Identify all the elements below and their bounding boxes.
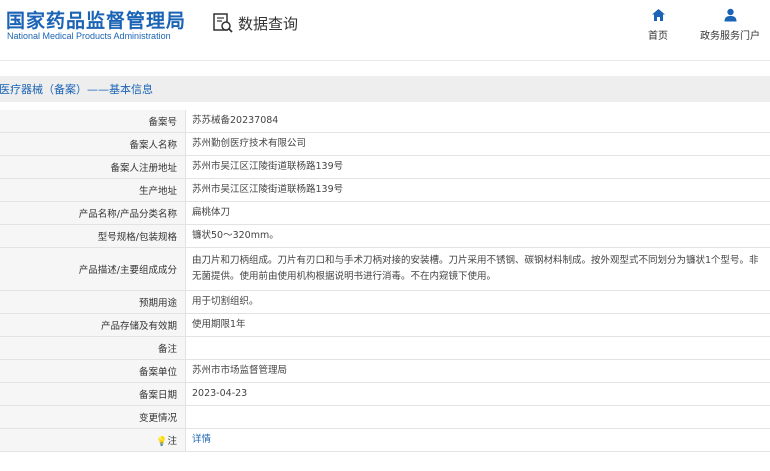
row-label: 备注 — [0, 336, 186, 360]
row-label: 型号规格/包装规格 — [0, 224, 186, 248]
table-row: 变更情况 — [0, 405, 770, 429]
info-table: 备案号 苏苏械备20237084 备案人名称 苏州勤创医疗技术有限公司 备案人注… — [0, 110, 770, 452]
table-row: 预期用途 用于切割组织。 — [0, 290, 770, 314]
nav-gov-label: 政务服务门户 — [700, 31, 760, 42]
home-icon — [651, 9, 665, 21]
table-row: 产品名称/产品分类名称 扁桃体刀 — [0, 201, 770, 225]
section-title-bar: 医疗器械（备案）——基本信息 — [0, 76, 770, 102]
row-value — [185, 405, 770, 429]
row-value: 苏州勤创医疗技术有限公司 — [185, 132, 770, 156]
table-row: 备案号 苏苏械备20237084 — [0, 110, 770, 133]
table-row: 备案人名称 苏州勤创医疗技术有限公司 — [0, 132, 770, 156]
row-value: 苏苏械备20237084 — [185, 110, 770, 133]
row-label: 产品名称/产品分类名称 — [0, 201, 186, 225]
row-value: 苏州市吴江区江陵街道联杨路139号 — [185, 155, 770, 179]
row-value: 扁桃体刀 — [185, 201, 770, 225]
lightbulb-icon: 💡 — [156, 437, 168, 447]
row-label: 备案人注册地址 — [0, 155, 186, 179]
row-value: 镰状50～320mm。 — [185, 224, 770, 248]
row-label: 产品描述/主要组成成分 — [0, 247, 186, 291]
logo-title-en[interactable]: National Medical Products Administration — [7, 31, 171, 41]
nav-gov-portal[interactable]: 政务服务门户 — [700, 8, 760, 42]
nav-home-label: 首页 — [648, 31, 668, 42]
row-label: 产品存储及有效期 — [0, 313, 186, 337]
site-header: 国家药品监督管理局 National Medical Products Admi… — [0, 0, 770, 60]
query-icon — [213, 13, 233, 33]
row-label: 变更情况 — [0, 405, 186, 429]
row-value: 详情 — [185, 428, 770, 452]
row-label: 预期用途 — [0, 290, 186, 314]
table-row: 备案单位 苏州市市场监督管理局 — [0, 359, 770, 383]
header-divider — [0, 60, 770, 61]
row-label: 备案人名称 — [0, 132, 186, 156]
row-value: 使用期限1年 — [185, 313, 770, 337]
table-row: 型号规格/包装规格 镰状50～320mm。 — [0, 224, 770, 248]
row-value: 2023-04-23 — [185, 382, 770, 406]
details-link[interactable]: 详情 — [192, 434, 211, 445]
table-row: 产品存储及有效期 使用期限1年 — [0, 313, 770, 337]
row-label-note: 💡注 — [0, 428, 186, 452]
row-value — [185, 336, 770, 360]
table-row: 产品描述/主要组成成分 由刀片和刀柄组成。刀片有刃口和与手术刀柄对接的安装槽。刀… — [0, 247, 770, 291]
nav-home[interactable]: 首页 — [648, 8, 668, 42]
row-label: 备案号 — [0, 110, 186, 133]
section-title: 医疗器械（备案）——基本信息 — [0, 83, 153, 96]
table-row: 备注 — [0, 336, 770, 360]
logo-title-cn[interactable]: 国家药品监督管理局 — [6, 6, 186, 33]
query-label: 数据查询 — [238, 14, 299, 33]
row-label: 生产地址 — [0, 178, 186, 202]
row-value: 用于切割组织。 — [185, 290, 770, 314]
table-row: 备案人注册地址 苏州市吴江区江陵街道联杨路139号 — [0, 155, 770, 179]
table-row: 💡注 详情 — [0, 428, 770, 452]
row-label: 备案单位 — [0, 359, 186, 383]
row-value: 由刀片和刀柄组成。刀片有刃口和与手术刀柄对接的安装槽。刀片采用不锈钢、碳钢材料制… — [185, 247, 770, 291]
row-label: 备案日期 — [0, 382, 186, 406]
row-value: 苏州市吴江区江陵街道联杨路139号 — [185, 178, 770, 202]
user-icon — [724, 8, 736, 22]
data-query-title: 数据查询 — [212, 12, 298, 34]
table-row: 备案日期 2023-04-23 — [0, 382, 770, 406]
table-row: 生产地址 苏州市吴江区江陵街道联杨路139号 — [0, 178, 770, 202]
row-value: 苏州市市场监督管理局 — [185, 359, 770, 383]
note-label: 注 — [167, 436, 177, 447]
